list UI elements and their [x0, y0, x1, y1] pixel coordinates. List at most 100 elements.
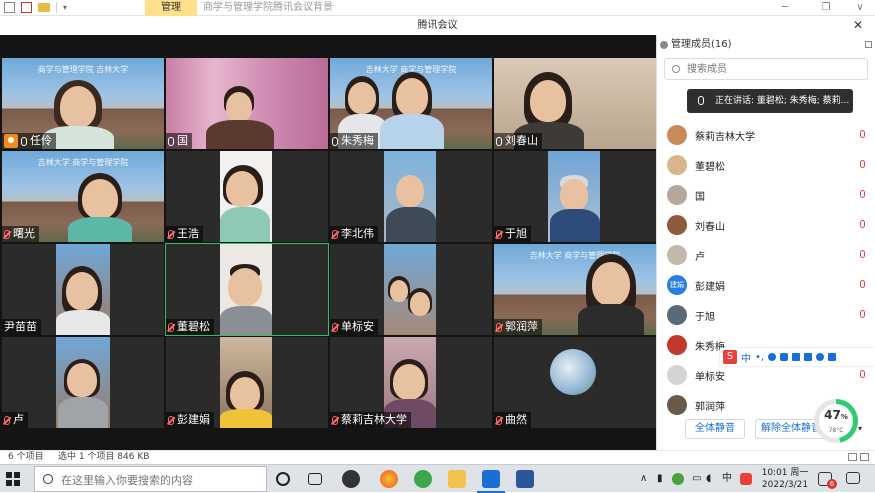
member-item[interactable]: 国	[667, 182, 867, 208]
participant-name: 王浩	[177, 227, 199, 240]
tencent-meeting-icon[interactable]	[477, 470, 505, 493]
action-center-icon[interactable]	[846, 472, 860, 484]
video-tile[interactable]: 卢	[2, 337, 164, 428]
emoji-icon[interactable]	[768, 353, 777, 361]
mic-muted-icon[interactable]	[860, 220, 865, 228]
mic-muted-icon[interactable]	[860, 280, 865, 288]
properties-icon[interactable]	[21, 2, 32, 13]
keyboard-icon[interactable]	[792, 353, 801, 361]
ime-toolbar[interactable]: S 中 •,	[720, 348, 875, 366]
system-clock[interactable]: 10:01 周一 2022/3/21	[760, 467, 810, 491]
member-item[interactable]: 建娟 彭建娟	[667, 272, 867, 298]
member-item[interactable]: 董碧松	[667, 152, 867, 178]
word-icon[interactable]	[516, 470, 534, 488]
windows-start-icon[interactable]	[4, 470, 22, 488]
task-view-icon[interactable]	[308, 473, 322, 485]
video-tile[interactable]: 国	[166, 58, 328, 149]
tray-chevron-icon[interactable]: ∧	[640, 465, 647, 493]
selection-info: 选中 1 个项目 846 KB	[58, 452, 150, 462]
participant-label: 郭润萍	[494, 319, 542, 335]
video-tile[interactable]: 彭建娟	[166, 337, 328, 428]
member-item[interactable]: 刘春山	[667, 212, 867, 238]
video-tile[interactable]: 吉林大学 商学与管理学院 朱秀梅	[330, 58, 492, 149]
video-tile[interactable]: 王浩	[166, 151, 328, 242]
taskbar-search-input[interactable]	[61, 472, 261, 488]
restore-button[interactable]: ❐	[811, 0, 841, 16]
video-tile[interactable]: 尹苗苗	[2, 244, 164, 335]
grid-icon[interactable]	[828, 353, 837, 361]
member-search[interactable]	[664, 58, 868, 80]
ime-punctuation[interactable]: •,	[755, 352, 764, 363]
manage-tab[interactable]: 管理	[145, 0, 197, 16]
tray-app-icon[interactable]	[672, 473, 684, 485]
search-icon	[43, 474, 53, 484]
close-button[interactable]: ✕	[853, 18, 863, 32]
notification-app-icon[interactable]: 6	[818, 472, 837, 489]
video-tile[interactable]: 蔡莉吉林大学	[330, 337, 492, 428]
mic-muted-icon[interactable]	[860, 310, 865, 318]
ime-language[interactable]: 中	[741, 350, 751, 365]
participant-name: 曲然	[505, 413, 527, 426]
video-tile[interactable]: 于旭	[494, 151, 656, 242]
volume-icon[interactable]: ◖	[706, 465, 711, 493]
member-name: 卢	[695, 251, 705, 263]
video-tile[interactable]: 吉林大学 商学与管理学院 曙光	[2, 151, 164, 242]
video-tile[interactable]: 曲然	[494, 337, 656, 428]
folder-icon[interactable]	[38, 3, 50, 12]
mic-muted-icon[interactable]	[860, 250, 865, 258]
participant-name: 蔡莉吉林大学	[341, 413, 407, 426]
quick-access-toolbar: ▾	[4, 2, 67, 13]
file-explorer-icon[interactable]	[448, 470, 466, 488]
video-tile[interactable]: 吉林大学 商学与管理学院 郭润萍	[494, 244, 656, 335]
banner-text: 吉林大学 商学与管理学院	[37, 158, 129, 167]
ribbon-chevron-icon[interactable]: ∨	[845, 0, 875, 16]
popout-icon[interactable]	[865, 41, 872, 48]
video-tile[interactable]: 刘春山	[494, 58, 656, 149]
sogou-tray-icon[interactable]	[740, 473, 752, 485]
mic-muted-icon[interactable]	[860, 370, 865, 378]
sogou-logo-icon[interactable]: S	[723, 350, 737, 364]
details-view-icon[interactable]	[848, 453, 857, 461]
video-tile-active-speaker[interactable]: 董碧松	[165, 243, 329, 336]
tools-icon[interactable]	[804, 353, 813, 361]
member-item[interactable]: 于旭	[667, 302, 867, 328]
app-icon[interactable]	[342, 470, 360, 488]
cpu-gauge[interactable]: 47% 78°C	[814, 399, 858, 443]
skin-icon[interactable]	[816, 353, 825, 361]
mic-muted-icon[interactable]	[860, 130, 865, 138]
minimize-button[interactable]: ─	[770, 0, 800, 16]
file-icon[interactable]	[4, 2, 15, 13]
participant-label: 朱秀梅	[330, 133, 378, 149]
mute-all-button[interactable]: 全体静音	[685, 419, 745, 439]
avatar	[550, 349, 596, 395]
search-input[interactable]	[687, 61, 857, 77]
browser-icon[interactable]	[414, 470, 432, 488]
participant-name: 于旭	[505, 227, 527, 240]
taskbar-search[interactable]	[34, 466, 267, 492]
avatar	[667, 395, 687, 415]
mic-icon	[21, 136, 27, 146]
avatar	[667, 335, 687, 355]
participant-label: 国	[166, 133, 192, 149]
large-icons-view-icon[interactable]	[860, 453, 869, 461]
voice-icon[interactable]	[780, 353, 789, 361]
chevron-down-icon[interactable]: ▾	[63, 3, 67, 12]
video-tile[interactable]: 单标安	[330, 244, 492, 335]
meeting-titlebar: 腾讯会议 ✕	[0, 16, 875, 35]
mic-muted-icon[interactable]	[860, 190, 865, 198]
battery-icon[interactable]: ▭	[692, 465, 701, 493]
member-item[interactable]: 蔡莉吉林大学	[667, 122, 867, 148]
gauge-value: 47	[824, 408, 841, 422]
video-tile[interactable]: 商学与管理学院 吉林大学 任伶	[2, 58, 164, 149]
participant-name: 尹苗苗	[4, 320, 37, 333]
participant-label: 李北伟	[330, 226, 378, 242]
cortana-icon[interactable]	[276, 472, 290, 486]
video-tile[interactable]: 李北伟	[330, 151, 492, 242]
usb-icon[interactable]: ▮	[657, 465, 663, 493]
input-method-indicator[interactable]: 中	[722, 465, 732, 493]
item-count: 6 个项目	[8, 452, 44, 462]
more-chevron-icon[interactable]: ▾	[858, 424, 862, 433]
firefox-icon[interactable]	[380, 470, 398, 488]
mic-muted-icon[interactable]	[860, 160, 865, 168]
member-item[interactable]: 卢	[667, 242, 867, 268]
